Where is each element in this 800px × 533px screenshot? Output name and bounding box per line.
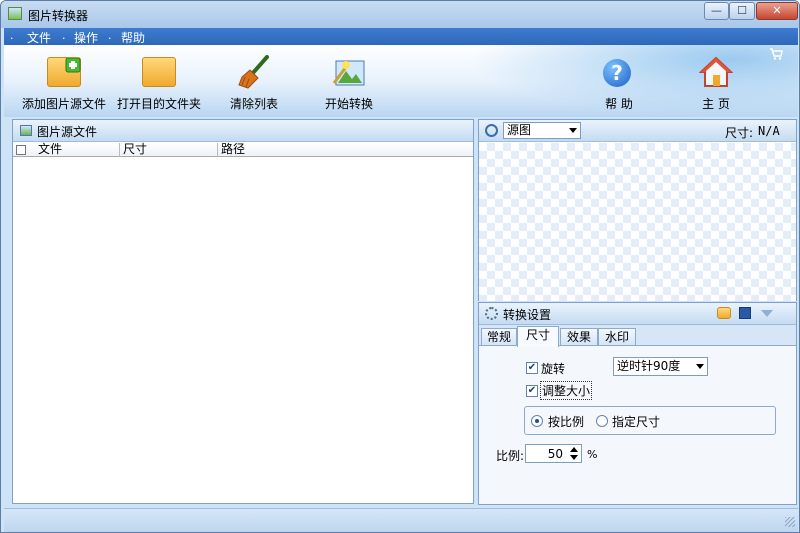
minimize-button[interactable]: — bbox=[704, 2, 729, 20]
clear-list-button[interactable]: 清除列表 bbox=[219, 45, 289, 115]
view-select[interactable]: 源图 bbox=[503, 122, 581, 139]
help-label: 帮 助 bbox=[605, 97, 633, 111]
ratio-value: 50 bbox=[547, 447, 563, 461]
menu-file[interactable]: 文件 bbox=[27, 29, 51, 46]
image-icon bbox=[20, 125, 32, 136]
rotate-direction-select[interactable]: 逆时针90度 bbox=[613, 357, 708, 376]
conversion-settings-panel: 转换设置 常规 尺寸 效果 水印 ✔ 旋转 逆时针90度 ✔ 调整大小 按比例 bbox=[478, 302, 797, 505]
size-tab-content: ✔ 旋转 逆时针90度 ✔ 调整大小 按比例 指定尺寸 比例: 50 % bbox=[479, 345, 796, 504]
gear-icon bbox=[485, 307, 498, 320]
file-list-column-header: 文件 尺寸 路径 bbox=[13, 143, 473, 157]
by-size-label: 指定尺寸 bbox=[612, 415, 661, 429]
open-settings-icon[interactable] bbox=[717, 307, 731, 319]
clear-list-label: 清除列表 bbox=[229, 97, 278, 111]
resize-mode-group: 按比例 指定尺寸 bbox=[524, 406, 776, 435]
chevron-down-icon bbox=[696, 364, 704, 369]
collapse-icon[interactable] bbox=[761, 310, 773, 317]
preview-size-value: N/A bbox=[758, 124, 780, 138]
tab-general[interactable]: 常规 bbox=[481, 328, 517, 346]
stepper-down-icon[interactable] bbox=[570, 455, 578, 460]
add-source-label: 添加图片源文件 bbox=[21, 97, 106, 111]
stepper-up-icon[interactable] bbox=[570, 447, 578, 452]
select-all-checkbox[interactable] bbox=[16, 145, 26, 155]
source-files-panel: 图片源文件 文件 尺寸 路径 bbox=[12, 119, 474, 504]
save-settings-icon[interactable] bbox=[739, 307, 751, 319]
menu-separator-dot: . bbox=[10, 29, 14, 42]
ratio-unit: % bbox=[587, 448, 598, 461]
app-window: 图片转换器 — ☐ ✕ . 文件 . 操作 . 帮助 添加图片源文件 打开目的文… bbox=[0, 0, 800, 533]
menu-bar: . 文件 . 操作 . 帮助 bbox=[4, 28, 798, 45]
preview-size-label: 尺寸: bbox=[725, 126, 754, 140]
source-files-header: 图片源文件 bbox=[13, 120, 473, 142]
window-title: 图片转换器 bbox=[28, 9, 89, 23]
app-icon bbox=[8, 7, 22, 20]
rotate-label: 旋转 bbox=[541, 362, 566, 376]
rotate-checkbox[interactable]: ✔ bbox=[526, 362, 538, 374]
by-ratio-label: 按比例 bbox=[548, 415, 585, 429]
cart-icon[interactable] bbox=[769, 48, 785, 60]
maximize-button[interactable]: ☐ bbox=[729, 2, 755, 20]
settings-tabs: 常规 尺寸 效果 水印 bbox=[479, 326, 796, 347]
view-select-value: 源图 bbox=[507, 123, 532, 137]
close-button[interactable]: ✕ bbox=[756, 2, 798, 20]
broom-icon bbox=[237, 55, 271, 89]
source-files-title: 图片源文件 bbox=[37, 125, 98, 139]
column-size[interactable]: 尺寸 bbox=[119, 143, 217, 157]
help-button[interactable]: ? 帮 助 bbox=[594, 45, 644, 115]
open-target-label: 打开目的文件夹 bbox=[116, 97, 201, 111]
by-size-radio[interactable] bbox=[596, 415, 608, 427]
tab-size[interactable]: 尺寸 bbox=[517, 326, 559, 347]
ratio-label: 比例: bbox=[496, 449, 525, 463]
settings-header: 转换设置 bbox=[479, 303, 796, 325]
add-folder-icon bbox=[47, 57, 81, 87]
preview-canvas bbox=[479, 143, 796, 301]
start-convert-label: 开始转换 bbox=[324, 97, 373, 111]
menu-operate[interactable]: 操作 bbox=[74, 29, 98, 46]
menu-separator-dot: . bbox=[62, 29, 66, 42]
resize-checkbox[interactable]: ✔ bbox=[526, 385, 538, 397]
convert-image-icon bbox=[332, 57, 366, 87]
file-list[interactable] bbox=[13, 158, 473, 503]
ratio-stepper[interactable]: 50 bbox=[525, 444, 582, 463]
rotate-direction-value: 逆时针90度 bbox=[617, 359, 681, 373]
folder-icon bbox=[142, 57, 176, 87]
add-source-button[interactable]: 添加图片源文件 bbox=[19, 45, 109, 115]
resize-grip-icon[interactable] bbox=[785, 517, 795, 527]
home-label: 主 页 bbox=[702, 97, 730, 111]
tab-effects[interactable]: 效果 bbox=[560, 328, 598, 346]
toolbar: 添加图片源文件 打开目的文件夹 清除列表 开始转换 ? 帮 助 主 页 bbox=[4, 45, 798, 117]
menu-separator-dot: . bbox=[108, 29, 112, 42]
home-icon bbox=[699, 56, 733, 87]
menu-help[interactable]: 帮助 bbox=[121, 29, 145, 46]
zoom-icon[interactable] bbox=[485, 124, 498, 137]
open-target-folder-button[interactable]: 打开目的文件夹 bbox=[114, 45, 204, 115]
tab-watermark[interactable]: 水印 bbox=[598, 328, 636, 346]
resize-label: 调整大小 bbox=[540, 381, 593, 400]
title-bar: 图片转换器 — ☐ ✕ bbox=[1, 1, 799, 28]
by-ratio-radio[interactable] bbox=[531, 415, 543, 427]
column-file[interactable]: 文件 bbox=[35, 143, 119, 157]
column-path[interactable]: 路径 bbox=[217, 143, 474, 157]
status-bar bbox=[4, 508, 798, 532]
start-convert-button[interactable]: 开始转换 bbox=[314, 45, 384, 115]
chevron-down-icon bbox=[569, 128, 577, 133]
preview-header: 源图 尺寸: N/A bbox=[479, 120, 796, 142]
settings-title: 转换设置 bbox=[503, 308, 552, 322]
home-button[interactable]: 主 页 bbox=[689, 45, 743, 115]
help-icon: ? bbox=[603, 59, 631, 87]
preview-panel: 源图 尺寸: N/A bbox=[478, 119, 797, 301]
